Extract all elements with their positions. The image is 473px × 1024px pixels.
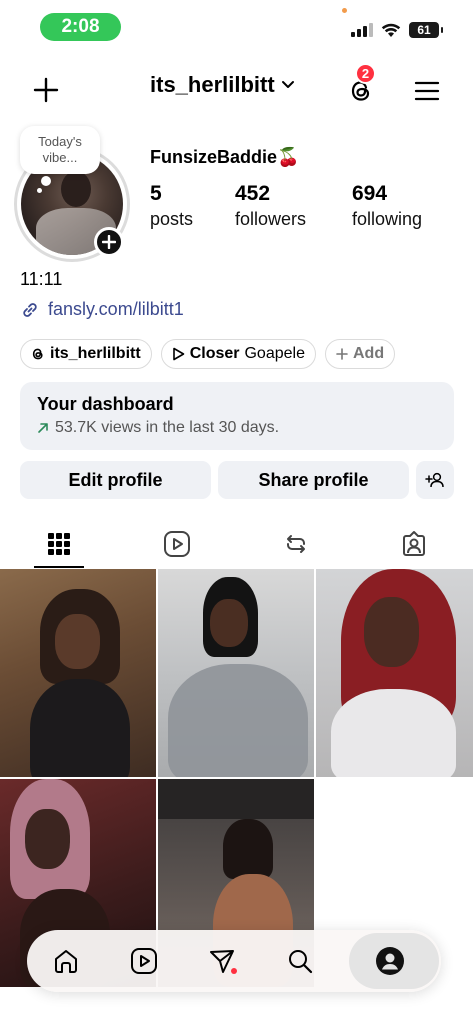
following-stat[interactable]: 694 following <box>352 181 422 231</box>
chevron-down-icon <box>281 81 294 88</box>
discover-people-button[interactable] <box>416 461 454 499</box>
bio-link-text: fansly.com/lilbitt1 <box>48 299 184 319</box>
threads-pill-label: its_herlilbitt <box>50 345 141 362</box>
battery-icon: 61 <box>409 22 443 38</box>
status-time: 2:08 <box>40 13 121 41</box>
create-button[interactable] <box>30 74 62 106</box>
home-icon <box>55 950 77 973</box>
profile-icon <box>376 947 404 975</box>
music-artist: Goapele <box>244 345 305 362</box>
add-pill-label: Add <box>352 345 385 362</box>
nav-messages[interactable] <box>183 930 261 992</box>
display-name: FunsizeBaddie🍒 <box>150 147 300 167</box>
followers-stat[interactable]: 452 followers <box>235 181 306 231</box>
bio-text: 11:11 <box>20 269 63 289</box>
profile-username: its_herlilbitt <box>150 72 275 97</box>
mic-indicator-icon <box>342 8 347 13</box>
menu-button[interactable] <box>410 74 444 108</box>
edit-profile-button[interactable]: Edit profile <box>20 461 211 499</box>
tab-grid[interactable] <box>0 520 118 568</box>
trend-arrow-icon <box>38 423 48 433</box>
posts-stat[interactable]: 5 posts <box>150 181 193 231</box>
posts-grid <box>0 569 473 987</box>
plus-icon <box>33 77 59 103</box>
status-icons: 61 <box>351 22 443 38</box>
following-count: 694 <box>352 182 388 205</box>
account-switcher[interactable]: its_herlilbitt <box>150 72 295 98</box>
tagged-person-icon <box>402 531 425 556</box>
play-icon <box>172 347 184 361</box>
wifi-icon <box>381 23 401 37</box>
repost-icon <box>286 535 305 553</box>
add-pill[interactable]: Add <box>324 339 396 369</box>
nav-home[interactable] <box>27 930 105 992</box>
tab-reposts[interactable] <box>237 520 355 568</box>
post-thumbnail[interactable] <box>0 569 156 777</box>
grid-icon <box>48 533 71 555</box>
search-icon <box>289 950 313 974</box>
nav-profile[interactable] <box>351 930 429 992</box>
followers-count: 452 <box>235 182 271 205</box>
hamburger-menu-icon <box>414 81 440 101</box>
reels-icon <box>164 531 191 557</box>
status-bar: 2:08 61 <box>0 0 473 54</box>
dashboard-title: Your dashboard <box>37 394 174 414</box>
posts-count: 5 <box>150 182 162 205</box>
music-pill[interactable]: Closer Goapele <box>160 339 316 369</box>
tab-reels[interactable] <box>118 520 236 568</box>
notification-badge: 2 <box>355 63 376 84</box>
tab-tagged[interactable] <box>355 520 473 568</box>
dashboard-subtitle: 53.7K views in the last 30 days. <box>55 419 280 436</box>
add-person-icon <box>425 472 444 488</box>
note-bubble[interactable]: Today's vibe... <box>20 126 100 174</box>
dashboard-subtitle-row: 53.7K views in the last 30 days. <box>37 419 437 437</box>
music-title: Closer <box>189 345 240 362</box>
following-label: following <box>352 209 423 229</box>
nav-search[interactable] <box>261 930 339 992</box>
bio-link[interactable]: fansly.com/lilbitt1 <box>20 299 184 320</box>
professional-dashboard[interactable]: Your dashboard 53.7K views in the last 3… <box>20 382 454 450</box>
note-bubble-tail <box>41 176 51 186</box>
reels-icon <box>131 948 157 974</box>
top-nav: its_herlilbitt 2 <box>0 62 473 114</box>
profile-tabs <box>0 520 473 568</box>
post-thumbnail[interactable] <box>158 569 314 777</box>
bottom-nav <box>27 930 441 992</box>
unread-dot <box>231 968 237 974</box>
post-thumbnail[interactable] <box>316 569 473 777</box>
threads-icon <box>32 348 43 360</box>
cellular-signal-icon <box>351 23 373 37</box>
followers-label: followers <box>235 209 307 229</box>
profile-pills: its_herlilbitt Closer Goapele Add <box>20 339 396 369</box>
note-bubble-tail-small <box>37 188 42 193</box>
add-story-button[interactable] <box>94 227 124 257</box>
posts-label: posts <box>150 209 194 229</box>
profile-actions: Edit profile Share profile <box>20 461 454 499</box>
plus-icon <box>336 348 348 360</box>
nav-reels[interactable] <box>105 930 183 992</box>
link-icon <box>23 302 37 317</box>
share-profile-button[interactable]: Share profile <box>218 461 409 499</box>
threads-pill[interactable]: its_herlilbitt <box>20 339 152 369</box>
plus-icon <box>102 235 116 249</box>
